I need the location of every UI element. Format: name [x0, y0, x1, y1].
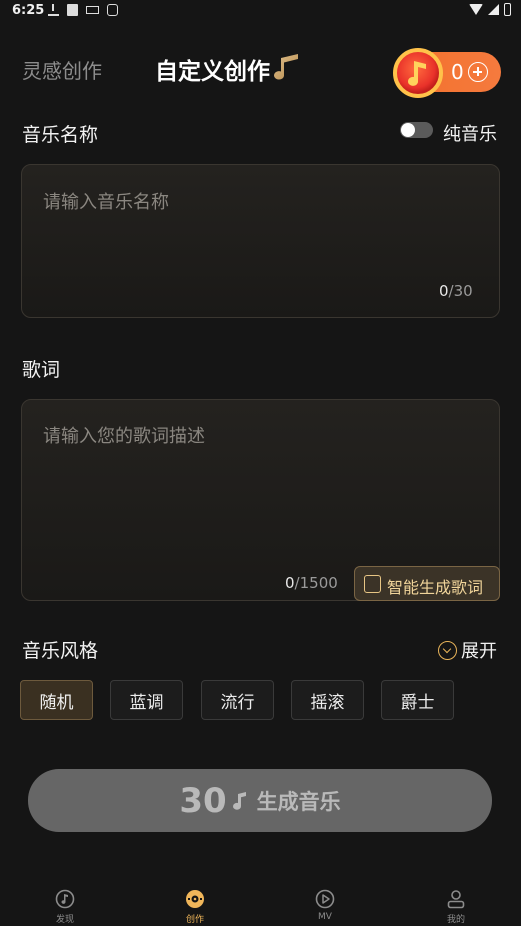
music-name-count: 0: [439, 282, 449, 300]
nav-item-mv[interactable]: MV: [295, 880, 355, 922]
add-coin-icon[interactable]: [468, 62, 488, 82]
style-chip-blues[interactable]: 蓝调: [110, 680, 183, 720]
nav-label-mv: MV: [318, 912, 332, 922]
battery-icon: [504, 3, 511, 16]
music-note-icon: [232, 791, 246, 810]
notification-icons: [48, 4, 118, 16]
music-note-circle-icon: [55, 889, 75, 909]
lyrics-label: 歌词: [22, 359, 61, 381]
ai-generate-lyrics-label: 智能生成歌词: [387, 578, 484, 597]
style-chip-pop[interactable]: 流行: [201, 680, 274, 720]
bug-icon: [107, 4, 118, 16]
style-chip-jazz[interactable]: 爵士: [381, 680, 454, 720]
music-name-placeholder: 请输入音乐名称: [43, 192, 169, 213]
coin-icon: [393, 48, 443, 98]
style-chip-rock[interactable]: 摇滚: [291, 680, 364, 720]
nav-item-create[interactable]: 创作: [165, 880, 225, 925]
nav-label-create: 创作: [185, 915, 204, 925]
lyrics-max: /1500: [294, 574, 338, 592]
chevron-down-circle-icon: [438, 640, 457, 660]
pure-music-label: 纯音乐: [443, 124, 497, 145]
ai-generate-lyrics-button[interactable]: 智能生成歌词: [354, 566, 500, 601]
cell-signal-icon: [488, 4, 499, 15]
tab-inspire-create[interactable]: 灵感创作: [22, 55, 102, 84]
nav-item-discover[interactable]: 发现: [35, 880, 95, 925]
person-icon: [447, 890, 465, 909]
lyrics-counter: 0/1500: [285, 574, 338, 592]
expand-label: 展开: [461, 641, 497, 662]
nav-item-mine[interactable]: 我的: [426, 880, 486, 925]
lyrics-sheet-icon: [364, 575, 381, 593]
status-time: 6:25: [12, 3, 45, 18]
music-name-max: /30: [448, 282, 473, 300]
vinyl-disc-icon: [186, 890, 204, 908]
generate-label: 生成音乐: [256, 789, 341, 814]
lyrics-count: 0: [285, 574, 295, 592]
generate-cost: 30: [179, 780, 227, 821]
tab-custom-create[interactable]: 自定义创作: [155, 52, 270, 86]
wifi-icon: [469, 4, 483, 15]
expand-styles-button[interactable]: 展开: [438, 637, 497, 663]
download-icon: [48, 4, 59, 16]
pure-music-toggle[interactable]: [400, 122, 433, 138]
keyboard-icon: [86, 6, 99, 14]
lyrics-placeholder: 请输入您的歌词描述: [43, 426, 205, 447]
nav-label-discover: 发现: [55, 915, 74, 925]
music-note-decor-icon: [274, 54, 298, 80]
app-notification-icon: [67, 4, 78, 16]
nav-label-mine: 我的: [446, 915, 465, 925]
music-name-input[interactable]: 请输入音乐名称 0/30: [21, 164, 500, 318]
play-circle-icon: [315, 889, 335, 909]
style-chip-random[interactable]: 随机: [20, 680, 93, 720]
bottom-nav: 发现 创作 MV 我的: [0, 880, 521, 926]
coin-count: 0: [451, 60, 464, 84]
status-bar: 6:25: [0, 0, 521, 24]
generate-music-button[interactable]: 30 生成音乐: [28, 769, 492, 832]
music-name-label: 音乐名称: [22, 124, 99, 146]
music-name-counter: 0/30: [439, 282, 473, 300]
music-style-label: 音乐风格: [22, 640, 99, 662]
